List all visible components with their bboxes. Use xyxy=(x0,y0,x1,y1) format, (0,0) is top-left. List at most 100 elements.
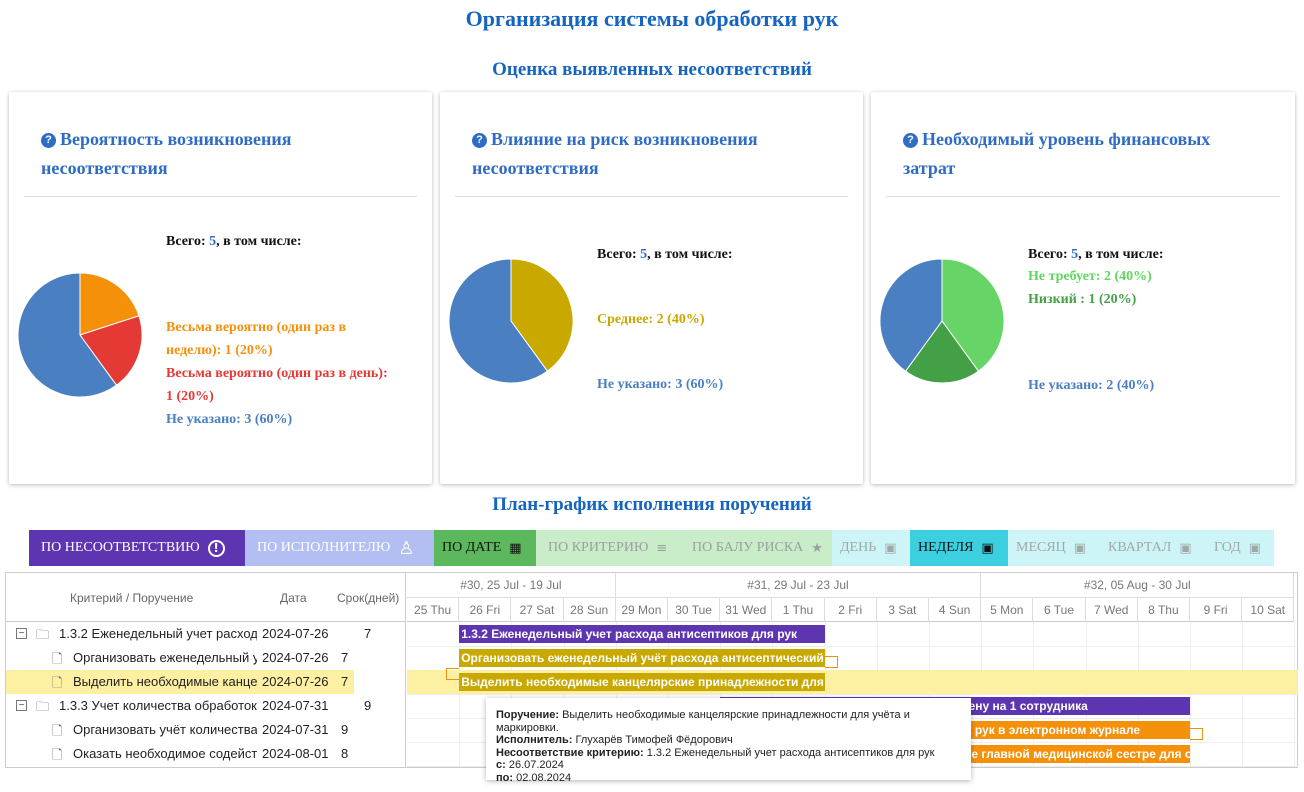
day-header: 31 Wed xyxy=(720,598,773,622)
calendar-icon: ▦ xyxy=(509,540,522,556)
task-bar[interactable]: Выделить необходимые канцелярские принад… xyxy=(459,673,825,691)
section-title-schedule: План-график исполнения поручений xyxy=(492,494,812,515)
quarter-button[interactable]: КВАРТАЛ ▣ xyxy=(1100,530,1206,566)
task-row[interactable]: 🗋 Организовать учёт количества обработок … xyxy=(6,718,406,742)
legend-item: Весьма вероятно (один раз в неделю): 1 (2… xyxy=(166,320,347,358)
star-icon: ★ xyxy=(811,540,823,556)
column-header-date[interactable]: Дата xyxy=(280,591,307,605)
day-header: 5 Mon xyxy=(981,598,1034,622)
day-header: 26 Fri xyxy=(459,598,512,622)
card-title: ? Необходимый уровень финансовых затрат xyxy=(903,129,1211,178)
task-row[interactable]: −🗀 1.3.2 Еженедельный учет расхода антисе… xyxy=(6,622,406,646)
person-icon: ♙ xyxy=(398,537,415,559)
task-date: 2024-07-31 xyxy=(262,722,329,737)
card-title: ? Влияние на риск возникновения несоответ… xyxy=(472,129,758,178)
day-button[interactable]: ДЕНЬ ▣ xyxy=(832,530,910,566)
collapse-toggle[interactable]: − xyxy=(16,628,27,639)
task-row[interactable]: 🗋 Организовать еженедельный учёт расхода … xyxy=(6,646,406,670)
task-date: 2024-07-26 xyxy=(262,626,329,641)
week-header: #32, 05 Aug - 30 Jul xyxy=(981,573,1295,598)
day-header: 10 Sat xyxy=(1242,598,1295,622)
task-row[interactable]: −🗀 1.3.3 Учет количества обработок рук в … xyxy=(6,694,406,718)
legend-item: Весьма вероятно (один раз в день): 1 (20%… xyxy=(166,366,388,404)
grid-header: Критерий / Поручение Дата Срок(дней) xyxy=(6,573,406,622)
legend-item: Среднее: 2 (40%) xyxy=(597,312,705,327)
day-header: 3 Sat xyxy=(876,598,929,622)
divider xyxy=(455,196,848,197)
divider xyxy=(886,196,1280,197)
help-icon[interactable]: ? xyxy=(903,133,918,148)
day-header: 8 Thu xyxy=(1137,598,1190,622)
collapse-toggle[interactable]: − xyxy=(16,700,27,711)
day-header: 4 Sun xyxy=(929,598,982,622)
day-header: 27 Sat xyxy=(511,598,564,622)
pie-chart xyxy=(448,258,574,384)
by-criterion-button[interactable]: ПО КРИТЕРИЮ ≡ xyxy=(536,530,680,566)
total-line: Всего: 5, в том числе: xyxy=(1028,247,1164,262)
dependency-link[interactable] xyxy=(824,656,838,668)
file-icon: 🗋 xyxy=(52,652,63,667)
day-header: 7 Wed xyxy=(1085,598,1138,622)
total-line: Всего: 5, в том числе: xyxy=(597,247,733,262)
task-row[interactable]: 🗋 Оказать необходимое содействие главной … xyxy=(6,742,406,766)
year-button[interactable]: ГОД ▣ xyxy=(1206,530,1274,566)
total-line: Всего: 5, в том числе: xyxy=(166,234,302,249)
by-executor-button[interactable]: ПО ИСПОЛНИТЕЛЮ ♙ xyxy=(245,530,434,566)
day-header: 1 Thu xyxy=(772,598,825,622)
dependency-link[interactable] xyxy=(1190,728,1204,740)
legend-item: Низкий : 1 (20%) xyxy=(1028,292,1137,307)
folder-icon: 🗀 xyxy=(36,700,50,715)
calendar-icon: ▣ xyxy=(981,540,994,556)
task-date: 2024-07-26 xyxy=(262,674,329,689)
by-nonconformity-button[interactable]: ПО НЕСООТВЕТСТВИЮ! xyxy=(29,530,245,566)
column-header-duration[interactable]: Срок(дней) xyxy=(337,591,399,605)
task-duration: 8 xyxy=(341,746,349,761)
task-bar[interactable]: 1.3.2 Еженедельный учет расхода антисепт… xyxy=(459,625,825,643)
by-risk-score-button[interactable]: ПО БАЛУ РИСКА ★ xyxy=(680,530,832,566)
task-name: 1.3.2 Еженедельный учет расхода антисепт… xyxy=(59,626,257,641)
section-title-assessment: Оценка выявленных несоответствий xyxy=(492,59,812,80)
by-date-button[interactable]: ПО ДАТЕ ▦ xyxy=(434,530,536,566)
task-duration: 9 xyxy=(341,722,349,737)
list-icon: ≡ xyxy=(656,540,668,556)
month-button[interactable]: МЕСЯЦ ▣ xyxy=(1008,530,1100,566)
help-icon[interactable]: ? xyxy=(472,133,487,148)
day-header: 9 Fri xyxy=(1190,598,1243,622)
column-header-name[interactable]: Критерий / Поручение xyxy=(70,591,193,605)
legend-item: Не указано: 3 (60%) xyxy=(597,377,724,392)
calendar-icon: ▣ xyxy=(1179,540,1192,556)
task-name: Оказать необходимое содействие главной м… xyxy=(73,746,257,761)
help-icon[interactable]: ? xyxy=(41,133,56,148)
page-title: Организация системы обработки рук xyxy=(465,6,839,31)
calendar-icon: ▣ xyxy=(884,540,897,556)
legend-item: Не указано: 2 (40%) xyxy=(1028,378,1155,393)
pie-chart xyxy=(17,272,143,398)
file-icon: 🗋 xyxy=(52,676,63,691)
week-button[interactable]: НЕДЕЛЯ ▣ xyxy=(910,530,1008,566)
day-header: 28 Sun xyxy=(563,598,616,622)
task-duration: 7 xyxy=(364,626,372,641)
file-icon: 🗋 xyxy=(52,724,63,739)
day-header: 25 Thu xyxy=(407,598,460,622)
pie-chart xyxy=(879,258,1005,384)
week-header: #31, 29 Jul - 23 Jul xyxy=(615,573,982,598)
task-date: 2024-07-26 xyxy=(262,650,329,665)
task-name: 1.3.3 Учет количества обработок рук в см… xyxy=(59,698,257,713)
card-financial: ? Необходимый уровень финансовых затрат В… xyxy=(871,92,1295,484)
day-header: 2 Fri xyxy=(824,598,877,622)
folder-icon: 🗀 xyxy=(36,628,50,643)
dependency-link[interactable] xyxy=(446,668,460,680)
tooltip-from: с: 26.07.2024 xyxy=(496,759,564,771)
task-duration: 7 xyxy=(341,650,349,665)
gantt-task-grid: Критерий / Поручение Дата Срок(дней) − 🗀 1… xyxy=(6,573,406,767)
card-risk-impact: ? Влияние на риск возникновения несоответ… xyxy=(440,92,863,484)
calendar-icon: ▣ xyxy=(1073,540,1087,556)
task-duration: 9 xyxy=(364,698,372,713)
tooltip-task: Поручение: Выделить необходимые канцеляр… xyxy=(496,709,910,734)
task-name: Выделить необходимые канцелярские принад… xyxy=(73,674,257,689)
task-date: 2024-08-01 xyxy=(262,746,329,761)
tooltip-executor: Исполнитель: Глухарёв Тимофей Фёдорович xyxy=(496,734,733,746)
legend-item: Не указано: 3 (60%) xyxy=(166,412,293,427)
task-row[interactable]: 🗋 Выделить необходимые канцелярские прина… xyxy=(6,670,354,694)
task-bar[interactable]: Организовать еженедельный учёт расхода а… xyxy=(459,649,825,667)
